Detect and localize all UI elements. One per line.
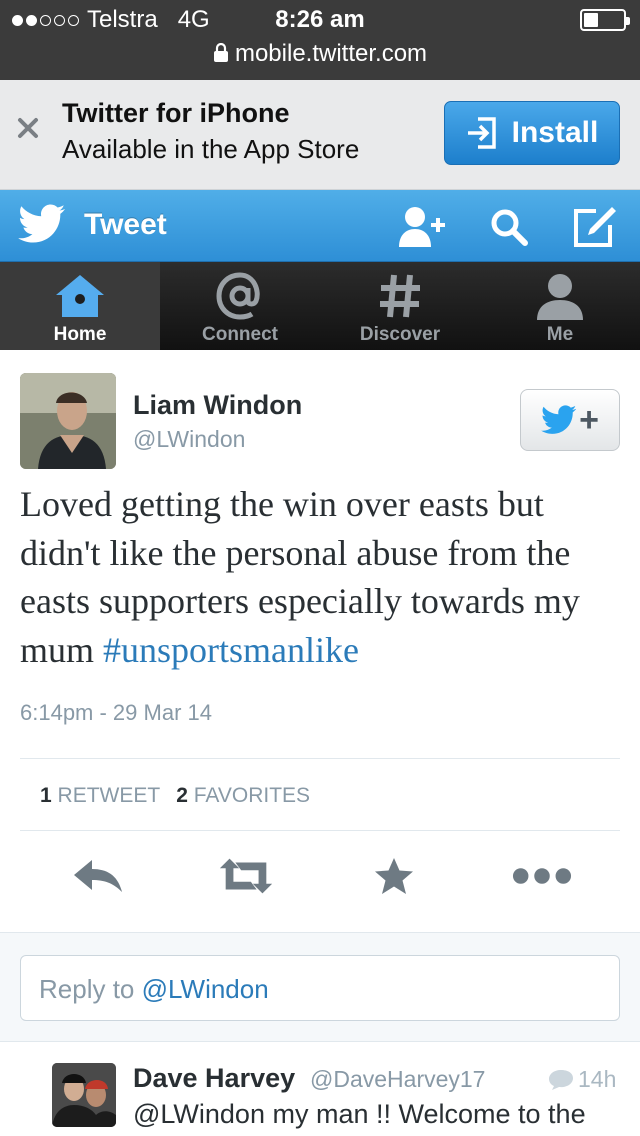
divider xyxy=(20,758,620,759)
tab-bar: Home Connect Discover Me xyxy=(0,262,640,350)
install-button[interactable]: Install xyxy=(444,101,620,165)
tweet-actions xyxy=(0,845,640,909)
retweet-count: 1 xyxy=(40,784,52,807)
reply-author-handle[interactable]: @DaveHarvey17 xyxy=(310,1066,485,1093)
install-label: Install xyxy=(511,116,599,149)
follow-button[interactable]: + xyxy=(520,389,620,451)
twitter-bird-icon xyxy=(541,405,577,434)
tab-discover[interactable]: Discover xyxy=(320,262,480,350)
favorite-stat-label: FAVORITES xyxy=(193,784,311,807)
speech-bubble-icon xyxy=(549,1069,573,1090)
tab-home[interactable]: Home xyxy=(0,262,160,350)
reply-tweet[interactable]: Dave Harvey @DaveHarvey17 14h @LWindon m… xyxy=(0,1043,640,1136)
author-avatar[interactable] xyxy=(20,373,116,469)
reply-time: 14h xyxy=(548,1066,616,1093)
divider xyxy=(20,830,620,831)
banner-title: Twitter for iPhone xyxy=(62,98,290,128)
favorite-stat[interactable]: 2 FAVORITES xyxy=(176,784,310,808)
reply-text: @LWindon my man !! Welcome to the xyxy=(133,1099,586,1129)
more-options-icon[interactable] xyxy=(512,851,572,901)
reply-placeholder: Reply to xyxy=(39,974,142,1004)
reply-author-name[interactable]: Dave Harvey xyxy=(133,1063,295,1094)
tab-discover-label: Discover xyxy=(359,324,441,345)
twitter-bird-icon[interactable] xyxy=(18,204,66,244)
home-icon xyxy=(56,275,104,317)
retweet-stat-label: RETWEET xyxy=(57,784,161,807)
tweet-timestamp[interactable]: 6:14pm - 29 Mar 14 xyxy=(20,700,212,726)
tweet-stats: 1 RETWEET 2 FAVORITES xyxy=(40,784,310,808)
clock: 8:26 am xyxy=(275,6,365,33)
url-text: mobile.twitter.com xyxy=(234,40,428,67)
page-title: Tweet xyxy=(84,208,167,241)
tab-me-label: Me xyxy=(546,324,574,345)
hashtag-icon xyxy=(380,274,420,318)
compose-icon[interactable] xyxy=(570,204,620,250)
at-icon xyxy=(216,272,260,320)
close-icon[interactable] xyxy=(14,114,42,142)
battery-icon xyxy=(580,9,630,31)
reply-mention: @LWindon xyxy=(141,974,269,1004)
author-handle[interactable]: @LWindon xyxy=(133,426,245,453)
top-nav-bar: Tweet xyxy=(0,190,640,262)
app-store-banner: Twitter for iPhone Available in the App … xyxy=(0,80,640,190)
reply-area: Reply to @LWindon xyxy=(0,932,640,1042)
plus-icon: + xyxy=(579,401,599,439)
banner-subtitle: Available in the App Store xyxy=(62,134,360,164)
address-bar[interactable]: mobile.twitter.com xyxy=(0,40,640,68)
search-icon[interactable] xyxy=(484,204,534,250)
reply-time-text: 14h xyxy=(578,1066,617,1092)
tab-me[interactable]: Me xyxy=(480,262,640,350)
tweet-text: Loved getting the win over easts but did… xyxy=(20,480,624,674)
person-icon xyxy=(537,274,583,320)
reply-icon[interactable] xyxy=(68,851,128,901)
lock-icon xyxy=(213,42,228,62)
reply-author-avatar[interactable] xyxy=(52,1063,116,1127)
install-icon xyxy=(467,117,496,149)
favorite-count: 2 xyxy=(176,784,188,807)
reply-input[interactable]: Reply to @LWindon xyxy=(20,955,620,1021)
tab-connect-label: Connect xyxy=(202,324,278,345)
status-bar: Telstra 4G 8:26 am mobile.twitter.com xyxy=(0,0,640,80)
retweet-stat[interactable]: 1 RETWEET xyxy=(40,784,160,808)
hashtag-link[interactable]: #unsportsmanlike xyxy=(103,630,359,670)
tab-home-label: Home xyxy=(53,324,107,345)
author-name[interactable]: Liam Windon xyxy=(133,390,302,421)
tab-connect[interactable]: Connect xyxy=(160,262,320,350)
favorite-icon[interactable] xyxy=(364,851,424,901)
add-user-icon[interactable] xyxy=(397,204,447,250)
retweet-icon[interactable] xyxy=(216,851,276,901)
